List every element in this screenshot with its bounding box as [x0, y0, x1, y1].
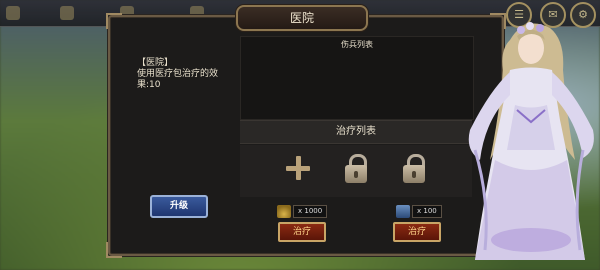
gold-cost-value: x 1000: [293, 205, 328, 218]
wounded-list-title: 伤兵列表: [341, 40, 373, 49]
resource-icon: [6, 6, 20, 20]
gold-icon: [277, 205, 291, 218]
heal-with-medkit-button[interactable]: 治疗: [393, 222, 441, 242]
effect-text-line1: 使用医疗包治疗的效: [137, 69, 219, 79]
add-slot-plus-icon[interactable]: [284, 152, 312, 186]
frame-corner: [106, 242, 122, 258]
medkit-icon: [396, 205, 410, 218]
heal-list-title: 治疗列表: [240, 120, 472, 144]
medkit-cost-value: x 100: [412, 205, 442, 218]
building-info: 【医院】 使用医疗包治疗的效 果:10: [137, 58, 237, 91]
upgrade-button[interactable]: 升级: [150, 195, 208, 218]
dialog-title: 医院: [236, 5, 368, 31]
locked-slot-lock-icon[interactable]: [343, 152, 371, 186]
resource-icon: [60, 6, 74, 20]
heal-with-gold-button[interactable]: 治疗: [278, 222, 326, 242]
wounded-list-panel[interactable]: 伤兵列表: [240, 36, 474, 120]
locked-slot-lock-icon[interactable]: [401, 152, 429, 186]
frame-corner: [106, 13, 122, 29]
building-name: 【医院】: [137, 58, 174, 68]
effect-text-line2: 果:10: [137, 80, 161, 90]
advisor-character-illustration: [468, 22, 594, 260]
